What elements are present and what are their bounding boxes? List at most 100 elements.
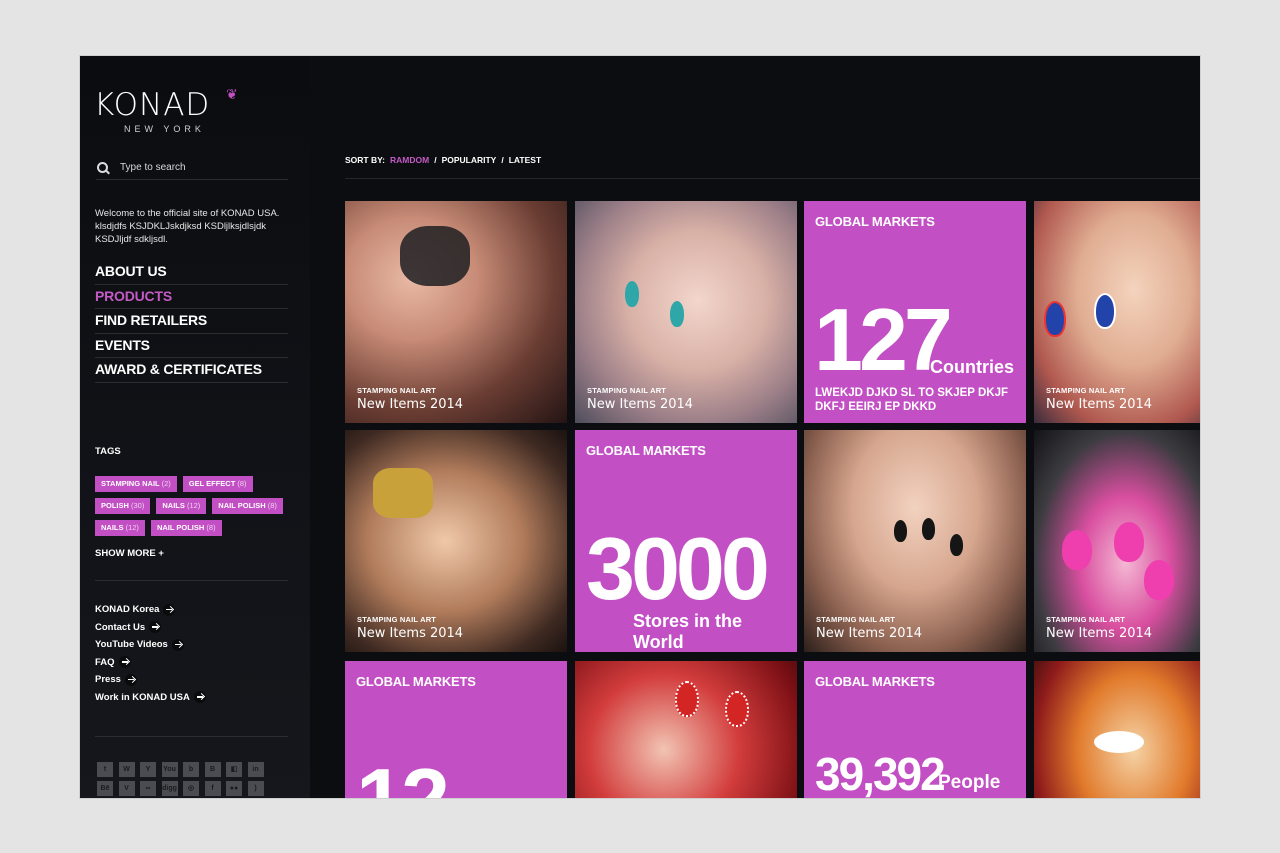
twitter-icon[interactable]: t bbox=[97, 762, 113, 777]
tag-nails[interactable]: NAILS (12) bbox=[95, 520, 145, 536]
tile-label: GLOBAL MARKETS bbox=[356, 674, 476, 689]
tag-label: NAIL POLISH bbox=[156, 523, 205, 532]
wordpress-icon[interactable]: W bbox=[118, 762, 135, 777]
tag-polish[interactable]: POLISH (30) bbox=[95, 498, 151, 514]
link-press[interactable]: Press bbox=[95, 671, 206, 689]
linkedin-icon[interactable]: in bbox=[247, 762, 264, 777]
sort-label: SORT BY: bbox=[345, 155, 385, 165]
tile-category: STAMPING NAIL ART bbox=[1046, 386, 1126, 395]
link-label: Press bbox=[95, 674, 121, 686]
stat-tile[interactable]: GLOBAL MARKETS 127 Countries LWEKJD DJKD… bbox=[804, 201, 1026, 423]
sort-separator: / bbox=[501, 155, 504, 165]
link-faq[interactable]: FAQ bbox=[95, 654, 206, 672]
arrow-right-icon bbox=[171, 638, 184, 651]
grid-tile[interactable]: STAMPING NAIL ART New Items 2014 bbox=[345, 430, 567, 652]
nav-events[interactable]: EVENTS bbox=[95, 334, 288, 358]
tile-caption: STAMPING NAIL ART New Items 2014 bbox=[816, 615, 922, 641]
ring-decoration bbox=[400, 226, 470, 286]
konad-logo[interactable]: KONAD NEW YORK bbox=[94, 88, 210, 134]
nail-decoration bbox=[1062, 530, 1092, 570]
divider bbox=[345, 178, 1200, 179]
tag-nail-polish[interactable]: NAIL POLISH (8) bbox=[150, 520, 222, 536]
tag-cloud: STAMPING NAIL (2) GEL EFFECT (8) POLISH … bbox=[95, 476, 285, 536]
nav-products[interactable]: PRODUCTS bbox=[95, 285, 288, 309]
link-youtube-videos[interactable]: YouTube Videos bbox=[95, 636, 206, 654]
vimeo-icon[interactable]: V bbox=[118, 781, 135, 796]
tile-label: GLOBAL MARKETS bbox=[815, 214, 935, 229]
tile-label: GLOBAL MARKETS bbox=[586, 443, 706, 458]
myspace-icon[interactable]: b bbox=[183, 762, 199, 777]
link-work-in-konad[interactable]: Work in KONAD USA bbox=[95, 689, 206, 707]
nail-decoration bbox=[725, 691, 749, 727]
delicious-icon[interactable]: ◧ bbox=[226, 762, 242, 777]
tag-nails[interactable]: NAILS (12) bbox=[156, 498, 207, 514]
main-nav: ABOUT US PRODUCTS FIND RETAILERS EVENTS … bbox=[95, 260, 288, 383]
tag-count: (30) bbox=[131, 501, 145, 510]
link-label: Contact Us bbox=[95, 621, 146, 633]
sort-latest[interactable]: LATEST bbox=[509, 155, 541, 165]
stat-tile[interactable]: GLOBAL MARKETS 12 bbox=[345, 661, 567, 798]
tag-label: NAIL POLISH bbox=[218, 501, 266, 510]
grid-tile[interactable]: STAMPING NAIL ART New Items 2014 bbox=[345, 201, 567, 423]
tag-label: POLISH bbox=[101, 501, 129, 510]
nav-about-us[interactable]: ABOUT US bbox=[95, 260, 288, 285]
youtube-icon[interactable]: You bbox=[161, 762, 178, 777]
show-more-tags-button[interactable]: SHOW MORE + bbox=[95, 548, 164, 559]
rss-icon[interactable]: ) bbox=[247, 781, 264, 796]
grid-tile[interactable]: STAMPING NAIL ART New Items 2014 bbox=[1034, 201, 1200, 423]
tile-caption: STAMPING NAIL ART New Items 2014 bbox=[1046, 386, 1152, 412]
behance-icon[interactable]: Bē bbox=[97, 781, 113, 796]
sort-popularity[interactable]: POPULARITY bbox=[442, 155, 497, 165]
butterfly-icon: ❦ bbox=[226, 86, 238, 102]
link-label: KONAD Korea bbox=[95, 604, 160, 616]
footer-links: KONAD Korea Contact Us YouTube Videos FA… bbox=[95, 601, 206, 706]
flickr-icon[interactable]: ●● bbox=[226, 781, 242, 796]
dribbble-icon[interactable]: ◎ bbox=[183, 781, 199, 796]
tag-count: (12) bbox=[186, 501, 201, 510]
tile-category: STAMPING NAIL ART bbox=[357, 386, 437, 395]
search-icon[interactable] bbox=[96, 161, 110, 175]
divider bbox=[95, 736, 288, 737]
tile-category: STAMPING NAIL ART bbox=[816, 615, 896, 624]
tag-count: (12) bbox=[125, 523, 139, 532]
grid-tile[interactable]: STAMPING NAIL ART New Items 2014 bbox=[804, 430, 1026, 652]
sidebar: KONAD NEW YORK ❦ Welcome to the official… bbox=[80, 56, 310, 798]
link-contact-us[interactable]: Contact Us bbox=[95, 619, 206, 637]
stat-number: 39,392 bbox=[815, 748, 946, 798]
grid-tile[interactable]: STAMPING NAIL ART New Items 2014 bbox=[1034, 430, 1200, 652]
tile-caption: STAMPING NAIL ART New Items 2014 bbox=[357, 615, 463, 641]
search-input[interactable] bbox=[120, 162, 270, 173]
stat-tile[interactable]: GLOBAL MARKETS 3000 Stores in the World bbox=[575, 430, 797, 652]
grid-tile[interactable]: STAMPING NAIL ART New Items 2014 bbox=[575, 201, 797, 423]
tag-label: NAILS bbox=[101, 523, 124, 532]
tile-caption: STAMPING NAIL ART New Items 2014 bbox=[357, 386, 463, 412]
welcome-text: Welcome to the official site of KONAD US… bbox=[95, 208, 280, 245]
grid-tile[interactable] bbox=[1034, 661, 1200, 798]
yahoo-icon[interactable]: Y bbox=[140, 762, 156, 777]
grid-tile[interactable] bbox=[575, 661, 797, 798]
stat-tile[interactable]: GLOBAL MARKETS 39,392 People bbox=[804, 661, 1026, 798]
tag-gel-effect[interactable]: GEL EFFECT (8) bbox=[182, 476, 253, 492]
tag-count: (8) bbox=[267, 501, 277, 510]
nail-decoration bbox=[625, 281, 639, 307]
tile-title: New Items 2014 bbox=[1046, 626, 1153, 641]
arrow-right-icon bbox=[163, 603, 176, 616]
tag-stamping-nail[interactable]: STAMPING NAIL (2) bbox=[95, 476, 177, 492]
digg-icon[interactable]: digg bbox=[161, 781, 178, 796]
lastfm-icon[interactable]: ∞ bbox=[140, 781, 156, 796]
facebook-icon[interactable]: f bbox=[204, 781, 221, 796]
tag-nail-polish[interactable]: NAIL POLISH (8) bbox=[212, 498, 283, 514]
blogger-icon[interactable]: B bbox=[204, 762, 221, 777]
sort-random[interactable]: RAMDOM bbox=[390, 155, 429, 165]
link-label: FAQ bbox=[95, 656, 115, 668]
link-label: YouTube Videos bbox=[95, 639, 168, 651]
nav-award-certificates[interactable]: AWARD & CERTIFICATES bbox=[95, 358, 288, 383]
arrow-right-icon bbox=[124, 673, 137, 686]
stat-number: 12 bbox=[356, 756, 450, 799]
link-konad-korea[interactable]: KONAD Korea bbox=[95, 601, 206, 619]
stat-unit: Countries bbox=[930, 357, 1015, 377]
nav-find-retailers[interactable]: FIND RETAILERS bbox=[95, 309, 288, 334]
tile-title: New Items 2014 bbox=[357, 397, 464, 412]
stat-unit: Stores in the World bbox=[633, 611, 743, 652]
tag-count: (8) bbox=[206, 523, 216, 532]
